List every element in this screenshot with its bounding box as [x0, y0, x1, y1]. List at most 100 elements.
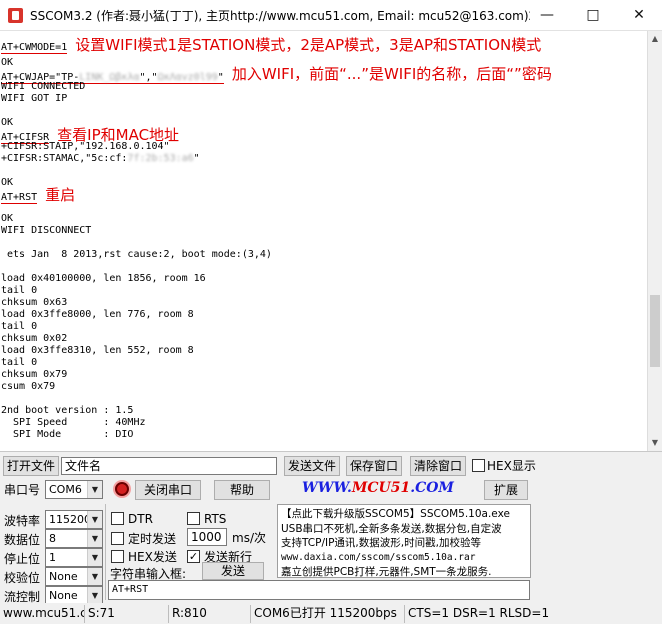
log-line: AT+CWJAP="TP-LINK_Ωβκλα","ΩκΛαvz0l99" 加入W… [1, 65, 552, 84]
promo-line: USB串口不死机,全新多条发送,数据分包,自定波 [281, 522, 502, 535]
log-line: csum 0x79 [1, 381, 56, 392]
stopbits-value: 1 [49, 551, 56, 564]
log-line: chksum 0x79 [1, 369, 68, 380]
interval-unit-label: ms/次 [232, 531, 266, 545]
flow-value: None [49, 589, 78, 602]
send-newline-checkbox[interactable]: ✓ [187, 550, 200, 563]
log-line: load 0x3ffe8310, len 552, room 8 [1, 345, 194, 356]
close-port-button[interactable]: 关闭串口 [135, 480, 201, 500]
stopbits-label: 停止位 [4, 552, 41, 566]
promo-box[interactable]: 【点此下载升级版SSCOM5】SSCOM5.10a.exe USB串口不死机,全… [277, 504, 531, 578]
rts-checkbox[interactable] [187, 512, 200, 525]
clear-window-button[interactable]: 清除窗口 [410, 456, 466, 476]
log-scrollbar[interactable]: ▲ ▼ [647, 31, 662, 451]
scroll-up-icon[interactable]: ▲ [648, 31, 662, 47]
interval-input[interactable]: 1000 [187, 528, 227, 546]
databits-select[interactable]: 8 ▼ [45, 529, 103, 548]
chevron-down-icon: ▼ [87, 549, 102, 566]
status-modem-lines: CTS=1 DSR=1 RLSD=1 [404, 605, 662, 623]
website-link[interactable]: WWW.MCU51.COM [302, 480, 454, 496]
hex-display-label: HEX显示 [487, 459, 536, 473]
promo-line: 【点此下载升级版SSCOM5】SSCOM5.10a.exe [281, 508, 510, 520]
expand-button[interactable]: 扩展 [484, 480, 528, 500]
send-file-button[interactable]: 发送文件 [284, 456, 340, 476]
log-line: SPI Speed : 40MHz [1, 417, 146, 428]
port-label: 串口号 [4, 483, 41, 497]
promo-line: 嘉立创提供PCB打样,元器件,SMT一条龙服务. [281, 566, 492, 578]
send-text-input[interactable]: AT+RST [108, 580, 530, 600]
log-line: WIFI DISCONNECT [1, 225, 92, 236]
baud-value: 115200 [49, 513, 91, 526]
control-panel: 打开文件 文件名 发送文件 保存窗口 清除窗口 HEX显示 串口号 COM6 ▼ … [0, 451, 662, 624]
password-redacted: ΩκΛαvz0l99 [157, 72, 218, 83]
annotation: 加入WIFI，前面“...”是WIFI的名称，后面“”密码 [231, 65, 552, 83]
databits-value: 8 [49, 532, 56, 545]
port-value: COM6 [49, 483, 82, 496]
chevron-down-icon: ▼ [87, 481, 102, 498]
log-line: AT+CWMODE=1 设置WIFI模式1是STATION模式，2是AP模式，3是… [1, 36, 542, 54]
parity-value: None [49, 570, 78, 583]
parity-label: 校验位 [4, 571, 41, 585]
log-line: AT+CIFSR 查看IP和MAC地址 [1, 126, 180, 144]
mac-redacted: 7f:2b:53:a6 [127, 153, 194, 164]
stopbits-select[interactable]: 1 ▼ [45, 548, 103, 567]
timed-send-label: 定时发送 [128, 532, 177, 546]
port-select[interactable]: COM6 ▼ [45, 480, 103, 499]
status-port-state: COM6已打开 115200bps [250, 605, 404, 623]
app-icon [8, 8, 23, 23]
send-button[interactable]: 发送 [202, 562, 264, 580]
chevron-down-icon: ▼ [87, 568, 102, 585]
log-line: load 0x3ffe8000, len 776, room 8 [1, 309, 194, 320]
hex-display-checkbox[interactable] [472, 459, 485, 472]
save-window-button[interactable]: 保存窗口 [346, 456, 402, 476]
timed-send-checkbox[interactable] [111, 532, 124, 545]
hex-send-checkbox[interactable] [111, 550, 124, 563]
log-line: OK [1, 213, 14, 224]
rts-label: RTS [204, 512, 227, 526]
baud-label: 波特率 [4, 514, 41, 528]
port-status-led-icon [115, 482, 129, 496]
log-line: OK [1, 177, 14, 188]
log-line: 2nd boot version : 1.5 [1, 405, 134, 416]
chevron-down-icon: ▼ [87, 530, 102, 547]
annotation: 重启 [45, 186, 76, 204]
minimize-button[interactable]: — [524, 0, 570, 31]
databits-label: 数据位 [4, 533, 41, 547]
open-file-button[interactable]: 打开文件 [3, 456, 59, 476]
parity-select[interactable]: None ▼ [45, 567, 103, 586]
promo-line: 支持TCP/IP通讯,数据波形,时间戳,加校验等 [281, 537, 481, 549]
log-line: WIFI GOT IP [1, 93, 68, 104]
log-line: +CIFSR:STAIP,"192.168.0.104" [1, 141, 170, 152]
promo-url: www.daxia.com/sscom/sscom5.10a.rar [281, 551, 476, 563]
receive-log[interactable]: AT+CWMODE=1 设置WIFI模式1是STATION模式，2是AP模式，3是… [0, 31, 647, 451]
chevron-down-icon: ▼ [87, 587, 102, 604]
title-bar: SSCOM3.2 (作者:聂小猛(丁丁), 主页http://www.mcu51… [0, 0, 662, 31]
hex-send-label: HEX发送 [128, 550, 177, 564]
log-line: load 0x40100000, len 1856, room 16 [1, 273, 206, 284]
maximize-button[interactable]: □ [570, 0, 616, 31]
status-bar: www.mcu51.cor S:71 R:810 COM6已打开 115200b… [0, 603, 662, 624]
divider [105, 504, 106, 600]
log-line: chksum 0x63 [1, 297, 68, 308]
dtr-label: DTR [128, 512, 153, 526]
filename-field[interactable]: 文件名 [61, 457, 277, 475]
close-button[interactable]: ✕ [616, 0, 662, 31]
log-line: tail 0 [1, 321, 38, 332]
log-line: +CIFSR:STAMAC,"5c:cf:7f:2b:53:a6" [1, 153, 200, 164]
scroll-down-icon[interactable]: ▼ [648, 435, 662, 451]
status-received-count: R:810 [168, 605, 250, 623]
status-sent-count: S:71 [84, 605, 168, 623]
chevron-down-icon: ▼ [87, 511, 102, 528]
baud-select[interactable]: 115200 ▼ [45, 510, 103, 529]
log-line: chksum 0x02 [1, 333, 68, 344]
scroll-thumb[interactable] [650, 295, 660, 367]
log-line: SPI Mode : DIO [1, 429, 134, 440]
dtr-checkbox[interactable] [111, 512, 124, 525]
help-button[interactable]: 帮助 [214, 480, 270, 500]
log-line: AT+RST 重启 [1, 186, 76, 204]
